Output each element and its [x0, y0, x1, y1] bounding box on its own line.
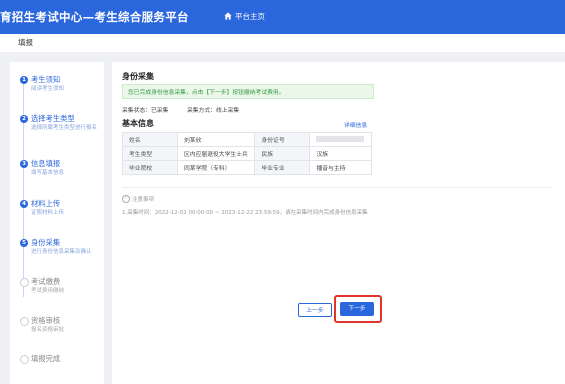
note-text: 1.采集时间：2022-12-02 00:00:00 ~ 2023-12-22 …	[122, 210, 368, 216]
redacted-id-value	[316, 136, 365, 143]
notice-text: 您已完成身份信息采集，点击【下一步】按钮缴纳考试费用。	[128, 90, 285, 96]
note-title: 注意事项	[132, 197, 155, 203]
platform-title: 育招生考试中心—考生综合服务平台	[0, 10, 189, 24]
table-label: 民族	[254, 146, 311, 161]
main-panel: 身份采集 您已完成身份信息采集，点击【下一步】按钮缴纳考试费用。 采集状态：已采…	[112, 62, 565, 384]
step-number: 4	[20, 200, 28, 208]
step-desc: 进行身份信息采集及确认	[31, 249, 92, 255]
step-desc: 填写基本信息	[31, 170, 65, 176]
step-number: 2	[20, 115, 28, 123]
info-icon: !	[122, 195, 130, 203]
table-label: 毕业院校	[122, 160, 178, 175]
success-notice: 您已完成身份信息采集，点击【下一步】按钮缴纳考试费用。	[122, 84, 374, 99]
step-desc: 证照材料上传	[31, 210, 65, 216]
top-header: 育招生考试中心—考生综合服务平台 平台主页	[0, 0, 565, 34]
step-circle-icon	[20, 317, 29, 326]
table-value: 同某学院（专科）	[176, 160, 256, 175]
step-name: 身份采集	[31, 238, 61, 247]
step-circle-icon	[20, 355, 29, 364]
table-row: 姓名 刘某欣 身份证号	[122, 132, 372, 147]
section-title: 身份采集	[122, 72, 154, 81]
table-value: 刘某欣	[176, 132, 256, 147]
step-desc: 阅读考生须知	[31, 86, 65, 92]
basic-info-title: 基本信息	[122, 119, 154, 128]
collect-method: 采集方式：线上采集	[187, 108, 240, 114]
table-label: 姓名	[122, 132, 178, 147]
breadcrumb: 填报	[0, 34, 565, 52]
table-value	[309, 132, 372, 147]
table-value: 汉族	[309, 146, 372, 161]
step-number: 1	[20, 76, 28, 84]
collect-status: 采集状态：已采集	[122, 108, 169, 114]
prev-step-button[interactable]: 上一步	[298, 303, 332, 317]
step-sidebar: 1 考生须知 阅读考生须知 2 选择考生类型 选择所属考生类型进行报名 3 信息…	[10, 62, 104, 384]
step-desc: 考试费用缴纳	[31, 288, 65, 294]
step-name: 资格审核	[31, 316, 61, 325]
highlight-box	[334, 295, 382, 323]
table-row: 毕业院校 同某学院（专科） 毕业专业 播音与主持	[122, 160, 372, 175]
step-name: 材料上传	[31, 199, 61, 208]
step-circle-icon	[20, 278, 29, 287]
table-label: 考生类型	[122, 146, 178, 161]
table-row: 考生类型 区内应届退役大学生士兵 民族 汉族	[122, 146, 372, 161]
table-label: 身份证号	[254, 132, 311, 147]
table-value: 区内应届退役大学生士兵	[176, 146, 256, 161]
step-number: 5	[20, 239, 28, 247]
step-name: 考试缴费	[31, 277, 61, 286]
home-link-label: 平台主页	[235, 12, 265, 21]
home-link[interactable]: 平台主页	[224, 11, 265, 22]
step-name: 考生须知	[31, 75, 61, 84]
step-number: 3	[20, 160, 28, 168]
table-value: 播音与主持	[309, 160, 372, 175]
detail-info-link[interactable]: 详细信息	[344, 120, 367, 129]
step-desc: 选择所属考生类型进行报名	[31, 125, 98, 131]
step-name: 信息填报	[31, 159, 61, 168]
step-desc: 报名资格审批	[31, 327, 65, 333]
step-name: 选择考生类型	[31, 114, 75, 123]
basic-info-table: 姓名 刘某欣 身份证号 考生类型 区内应届退役大学生士兵 民族 汉族 毕业院校 …	[122, 132, 372, 175]
home-icon	[224, 12, 232, 20]
divider	[122, 187, 552, 188]
breadcrumb-current: 填报	[18, 38, 33, 47]
step-name: 填报完成	[31, 354, 61, 363]
table-label: 毕业专业	[254, 160, 311, 175]
